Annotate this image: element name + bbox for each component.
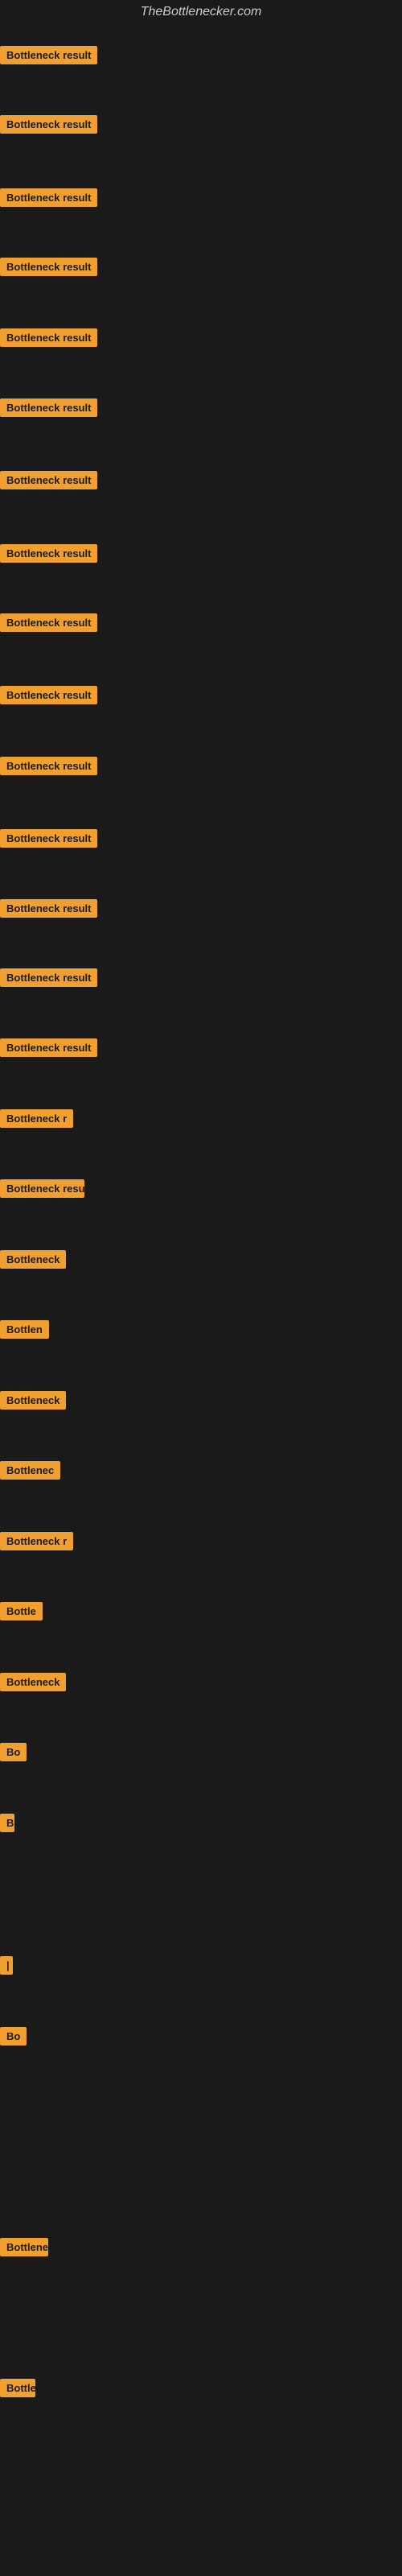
bottleneck-badge: Bottleneck result (0, 899, 97, 918)
site-title: TheBottlenecker.com (141, 0, 262, 25)
bottleneck-item[interactable]: Bottleneck result (0, 398, 97, 421)
bottleneck-item[interactable]: Bottleneck r (0, 1532, 73, 1554)
bottleneck-item[interactable]: Bottleneck (0, 1250, 66, 1273)
bottleneck-item[interactable]: Bottleneck result (0, 968, 97, 991)
bottleneck-badge: Bottleneck (0, 1250, 66, 1269)
bottleneck-badge: Bottleneck result (0, 613, 97, 632)
bottleneck-badge: Bottle (0, 1602, 43, 1620)
bottleneck-item[interactable]: Bottlenec (0, 1461, 60, 1484)
bottleneck-item[interactable]: Bottleneck result (0, 46, 97, 68)
bottleneck-badge: Bottleneck resu (0, 1179, 84, 1198)
bottleneck-item[interactable]: Bottleneck result (0, 188, 97, 211)
bottleneck-badge: Bottleneck re (0, 2238, 48, 2256)
bottleneck-badge: Bottleneck result (0, 258, 97, 276)
bottleneck-badge: Bottleneck result (0, 188, 97, 207)
bottleneck-item[interactable]: Bottle (0, 1602, 43, 1624)
site-title-bar: TheBottlenecker.com (0, 0, 402, 24)
bottleneck-badge: Bottleneck (0, 2379, 35, 2397)
bottleneck-item[interactable]: Bottleneck result (0, 258, 97, 280)
bottleneck-item[interactable]: Bottleneck (0, 1673, 66, 1695)
bottleneck-item[interactable]: Bottleneck r (0, 1109, 73, 1132)
bottleneck-badge: Bottlenec (0, 1461, 60, 1480)
bottleneck-item[interactable]: Bottleneck result (0, 757, 97, 779)
bottleneck-badge: Bottleneck result (0, 757, 97, 775)
bottleneck-badge: Bottleneck r (0, 1532, 73, 1550)
bottleneck-badge: Bottleneck result (0, 471, 97, 489)
bottleneck-item[interactable]: | (0, 1956, 13, 1979)
bottleneck-badge: Bo (0, 1743, 27, 1761)
bottleneck-item[interactable]: Bo (0, 1743, 27, 1765)
bottleneck-badge: Bottleneck result (0, 115, 97, 134)
bottleneck-badge: Bottleneck (0, 1673, 66, 1691)
bottleneck-badge: Bottleneck (0, 1391, 66, 1410)
bottleneck-item[interactable]: Bottleneck result (0, 1038, 97, 1061)
bottleneck-item[interactable]: Bottleneck result (0, 328, 97, 351)
bottleneck-item[interactable]: B (0, 1814, 14, 1836)
bottleneck-item[interactable]: Bottleneck result (0, 471, 97, 493)
bottleneck-item[interactable]: Bottleneck re (0, 2238, 48, 2260)
bottleneck-item[interactable]: Bottleneck result (0, 115, 97, 138)
bottleneck-item[interactable]: Bo (0, 2027, 27, 2050)
bottleneck-badge: Bottleneck result (0, 398, 97, 417)
bottleneck-badge: Bottleneck result (0, 46, 97, 64)
bottleneck-item[interactable]: Bottleneck result (0, 686, 97, 708)
bottleneck-badge: | (0, 1956, 13, 1975)
bottleneck-badge: Bottlen (0, 1320, 49, 1339)
bottleneck-item[interactable]: Bottleneck result (0, 544, 97, 567)
bottleneck-badge: Bo (0, 2027, 27, 2046)
bottleneck-item[interactable]: Bottleneck (0, 2379, 35, 2401)
bottleneck-item[interactable]: Bottleneck result (0, 899, 97, 922)
bottleneck-badge: Bottleneck result (0, 544, 97, 563)
bottleneck-badge: Bottleneck r (0, 1109, 73, 1128)
bottleneck-item[interactable]: Bottlen (0, 1320, 49, 1343)
bottleneck-badge: Bottleneck result (0, 1038, 97, 1057)
bottleneck-item[interactable]: Bottleneck (0, 1391, 66, 1414)
bottleneck-badge: Bottleneck result (0, 968, 97, 987)
bottleneck-item[interactable]: Bottleneck resu (0, 1179, 84, 1202)
bottleneck-badge: Bottleneck result (0, 829, 97, 848)
bottleneck-badge: Bottleneck result (0, 686, 97, 704)
bottleneck-badge: Bottleneck result (0, 328, 97, 347)
bottleneck-item[interactable]: Bottleneck result (0, 613, 97, 636)
bottleneck-item[interactable]: Bottleneck result (0, 829, 97, 852)
bottleneck-badge: B (0, 1814, 14, 1832)
